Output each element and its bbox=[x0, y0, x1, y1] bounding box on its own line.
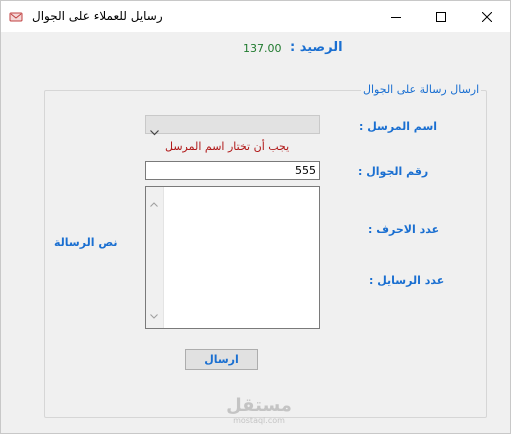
char-count-label: عدد الاحرف : bbox=[368, 223, 440, 236]
message-text-input[interactable] bbox=[163, 187, 319, 328]
message-count-label: عدد الرسايل : bbox=[369, 274, 445, 287]
minimize-icon bbox=[390, 12, 401, 22]
maximize-icon bbox=[435, 11, 446, 22]
message-text-box[interactable] bbox=[145, 186, 320, 329]
balance-label: الرصيد : bbox=[290, 40, 343, 55]
scroll-up-icon[interactable] bbox=[150, 192, 158, 211]
title-bar[interactable]: رسايل للعملاء على الجوال bbox=[1, 1, 510, 32]
watermark-arabic: مستقل bbox=[226, 395, 292, 416]
message-scrollbar[interactable] bbox=[146, 187, 164, 328]
sender-error-message: يجب أن تختار اسم المرسل bbox=[165, 140, 290, 153]
close-button[interactable] bbox=[464, 1, 509, 32]
balance-value: 137.00 bbox=[243, 42, 282, 55]
mobile-number-label: رقم الجوال : bbox=[358, 165, 429, 178]
app-window: رسايل للعملاء على الجوال الرصيد : 137.00… bbox=[0, 0, 511, 434]
close-icon bbox=[481, 11, 492, 22]
window-title: رسايل للعملاء على الجوال bbox=[32, 9, 163, 23]
app-logo-icon bbox=[9, 9, 23, 23]
sender-name-label: اسم المرسل : bbox=[359, 120, 438, 133]
scroll-down-icon[interactable] bbox=[150, 304, 158, 323]
group-title: ارسال رسالة على الجوال bbox=[361, 83, 482, 96]
sender-name-dropdown[interactable] bbox=[145, 115, 320, 136]
mobile-number-input[interactable] bbox=[145, 161, 320, 180]
mostaql-watermark: مستقل mostaql.com bbox=[219, 395, 299, 426]
message-text-label: نص الرسالة bbox=[54, 236, 118, 249]
watermark-latin: mostaql.com bbox=[233, 416, 285, 425]
send-button[interactable]: ارسال bbox=[185, 349, 258, 370]
minimize-button[interactable] bbox=[373, 1, 418, 32]
chevron-down-icon bbox=[150, 121, 159, 140]
maximize-button[interactable] bbox=[418, 1, 463, 32]
